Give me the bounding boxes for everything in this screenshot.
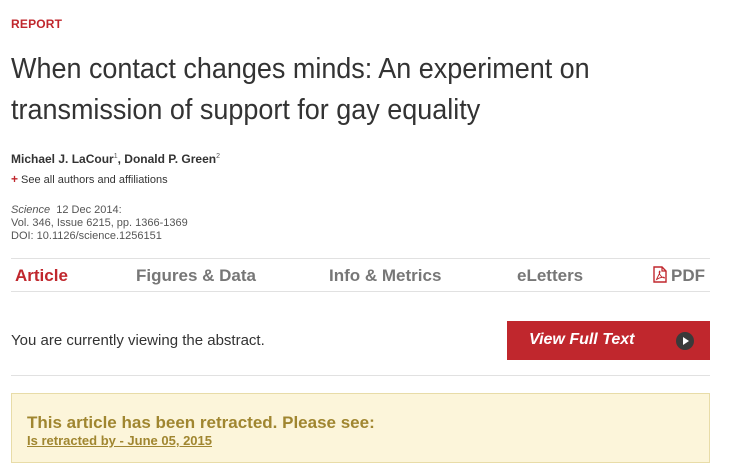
author-list: Michael J. LaCour1, Donald P. Green2	[11, 152, 220, 166]
affiliations-toggle[interactable]: + See all authors and affiliations	[11, 172, 168, 186]
author-link[interactable]: Michael J. LaCour	[11, 152, 114, 166]
author-affiliation-marker: 2	[216, 153, 220, 160]
tab-article[interactable]: Article	[15, 266, 68, 286]
play-arrow-icon	[676, 332, 694, 350]
article-title: When contact changes minds: An experimen…	[11, 53, 590, 126]
doi: DOI: 10.1126/science.1256151	[11, 230, 162, 242]
affiliations-toggle-label: See all authors and affiliations	[21, 174, 168, 186]
view-full-text-label: View Full Text	[529, 331, 635, 348]
section-label: REPORT	[11, 17, 63, 31]
retraction-heading: This article has been retracted. Please …	[27, 413, 375, 432]
journal-name: Science	[11, 204, 51, 216]
plus-icon: +	[11, 172, 19, 186]
tab-pdf[interactable]: PDF	[653, 266, 705, 288]
retraction-link[interactable]: Is retracted by - June 05, 2015	[27, 433, 212, 448]
tab-eletters[interactable]: eLetters	[517, 266, 583, 286]
tab-pdf-label: PDF	[671, 266, 705, 285]
pdf-icon	[653, 266, 667, 288]
article-tabs: Article Figures & Data Info & Metrics eL…	[11, 258, 710, 292]
citation-block: Science 12 Dec 2014: Vol. 346, Issue 621…	[11, 204, 188, 243]
author-link[interactable]: Donald P. Green	[124, 152, 216, 166]
volume-info: Vol. 346, Issue 6215, pp. 1366-1369	[11, 217, 188, 229]
tab-figures-data[interactable]: Figures & Data	[136, 266, 256, 286]
view-full-text-button[interactable]: View Full Text	[507, 321, 710, 360]
divider	[11, 375, 710, 376]
publication-date: 12 Dec 2014:	[56, 204, 122, 216]
retraction-notice: This article has been retracted. Please …	[11, 393, 710, 463]
abstract-note: You are currently viewing the abstract.	[11, 332, 265, 349]
tab-info-metrics[interactable]: Info & Metrics	[329, 266, 441, 286]
